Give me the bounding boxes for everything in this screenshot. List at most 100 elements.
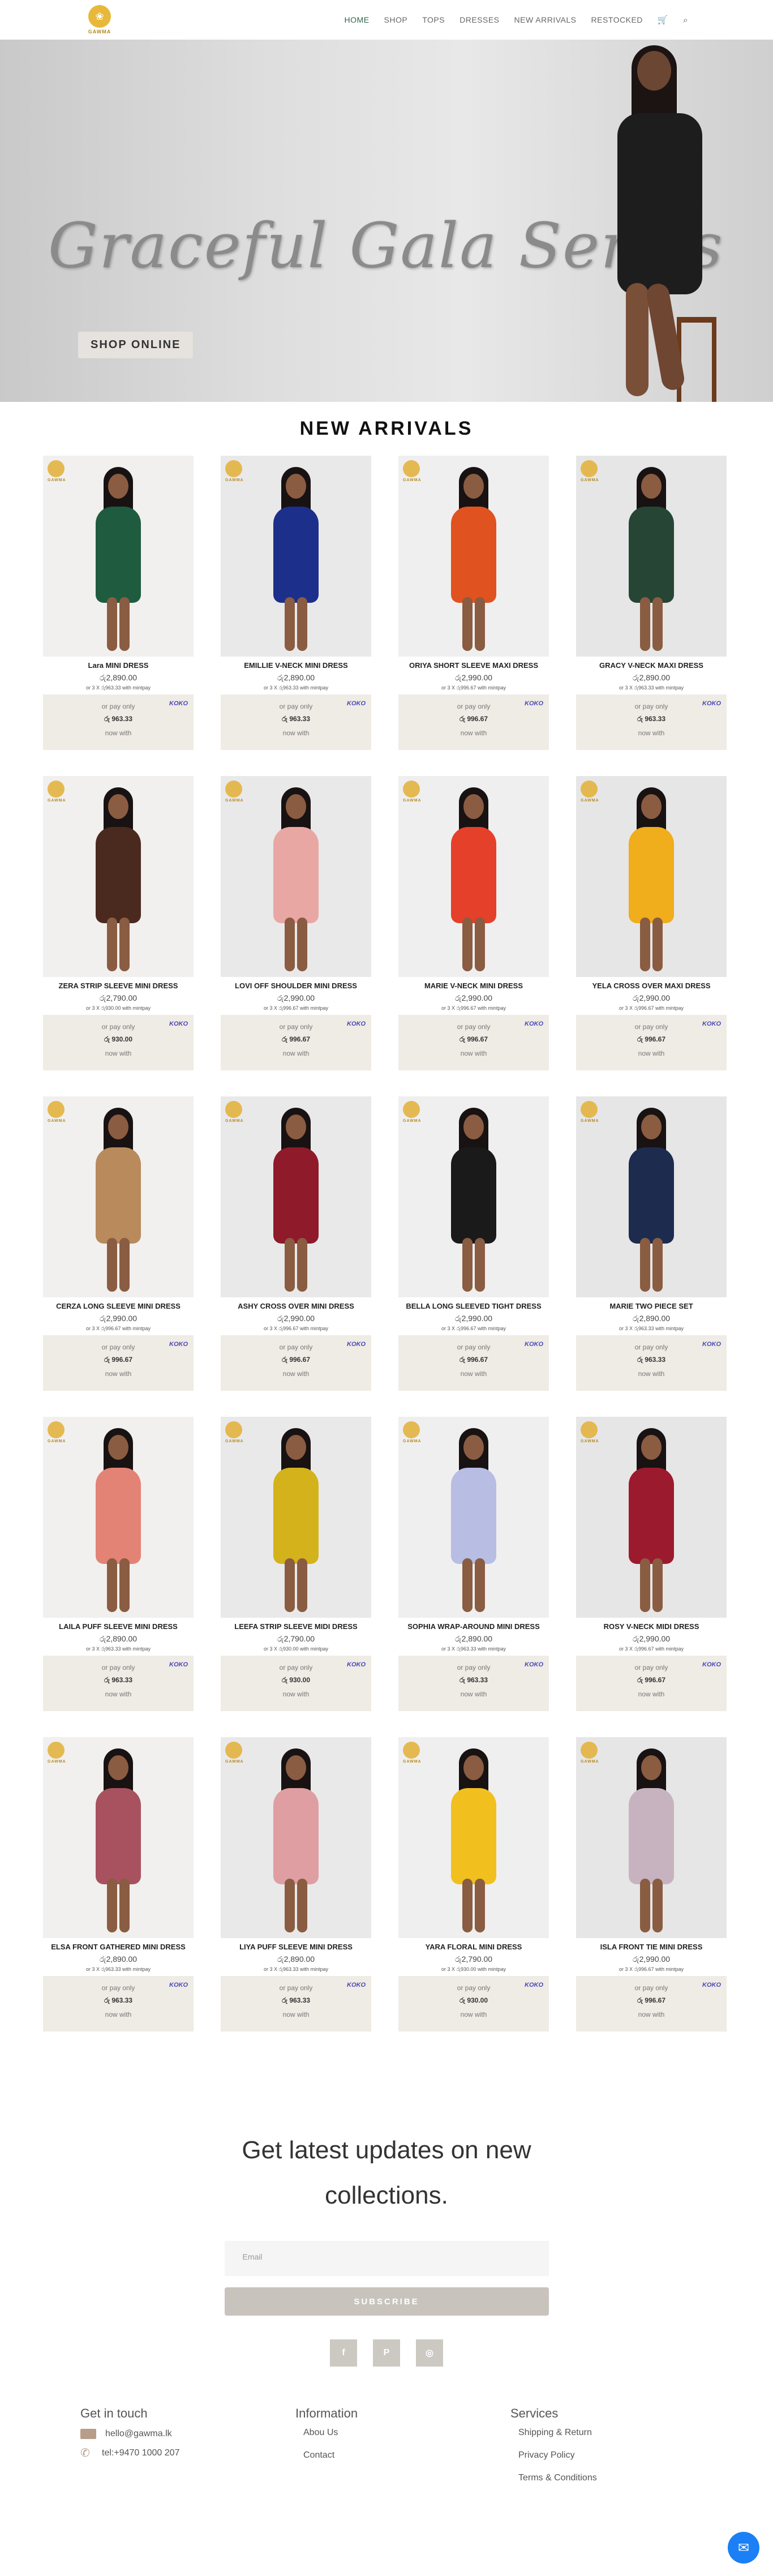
product-image[interactable]: GAWMA bbox=[221, 456, 371, 657]
product-name[interactable]: YARA FLORAL MINI DRESS bbox=[398, 1943, 549, 1951]
product-image[interactable]: GAWMA bbox=[576, 776, 727, 977]
product-name[interactable]: SOPHIA WRAP-AROUND MINI DRESS bbox=[398, 1622, 549, 1631]
product-card[interactable]: GAWMA MARIE TWO PIECE SET රු2,890.00 or … bbox=[576, 1096, 727, 1391]
product-image[interactable]: GAWMA bbox=[43, 1417, 194, 1618]
product-card[interactable]: GAWMA LEEFA STRIP SLEEVE MIDI DRESS රු2,… bbox=[221, 1417, 371, 1711]
brand-badge-icon bbox=[48, 460, 65, 477]
product-image[interactable]: GAWMA bbox=[221, 1737, 371, 1938]
product-card[interactable]: GAWMA LIYA PUFF SLEEVE MINI DRESS රු2,89… bbox=[221, 1737, 371, 2031]
product-image[interactable]: GAWMA bbox=[43, 456, 194, 657]
product-card[interactable]: GAWMA Lara MINI DRESS රු2,890.00 or 3 X … bbox=[43, 456, 194, 750]
product-name[interactable]: YELA CROSS OVER MAXI DRESS bbox=[576, 981, 727, 990]
now-with-label: now with bbox=[282, 1049, 310, 1057]
brand-badge-text: GAWMA bbox=[403, 1119, 422, 1123]
search-icon[interactable]: ⌕ bbox=[683, 15, 688, 25]
brand-badge-text: GAWMA bbox=[48, 1119, 66, 1123]
product-card[interactable]: GAWMA SOPHIA WRAP-AROUND MINI DRESS රු2,… bbox=[398, 1417, 549, 1711]
mintpay-installment: or 3 X රු996.67 with mintpay bbox=[619, 1646, 684, 1652]
product-name[interactable]: MARIE TWO PIECE SET bbox=[576, 1302, 727, 1310]
product-card[interactable]: GAWMA LAILA PUFF SLEEVE MINI DRESS රු2,8… bbox=[43, 1417, 194, 1711]
product-name[interactable]: CERZA LONG SLEEVE MINI DRESS bbox=[43, 1302, 194, 1310]
product-name[interactable]: LOVI OFF SHOULDER MINI DRESS bbox=[221, 981, 371, 990]
footer-email-row[interactable]: hello@gawma.lk bbox=[80, 2429, 295, 2439]
product-image[interactable]: GAWMA bbox=[398, 1737, 549, 1938]
site-logo[interactable]: ❀ GAWMA bbox=[85, 5, 114, 35]
nav-new-arrivals[interactable]: NEW ARRIVALS bbox=[514, 15, 577, 24]
shop-online-button[interactable]: SHOP ONLINE bbox=[78, 332, 194, 358]
product-card[interactable]: GAWMA ZERA STRIP SLEEVE MINI DRESS රු2,7… bbox=[43, 776, 194, 1070]
product-image[interactable]: GAWMA bbox=[43, 776, 194, 977]
koko-logo-icon: KOKO bbox=[702, 1982, 721, 1988]
cart-icon[interactable]: 🛒 bbox=[658, 15, 668, 25]
model-figure bbox=[617, 787, 685, 974]
product-card[interactable]: GAWMA BELLA LONG SLEEVED TIGHT DRESS රු2… bbox=[398, 1096, 549, 1391]
product-card[interactable]: GAWMA ASHY CROSS OVER MINI DRESS රු2,990… bbox=[221, 1096, 371, 1391]
nav-restocked[interactable]: RESTOCKED bbox=[591, 15, 643, 24]
product-card[interactable]: GAWMA GRACY V-NECK MAXI DRESS රු2,890.00… bbox=[576, 456, 727, 750]
email-input[interactable]: Email bbox=[224, 2241, 549, 2276]
product-card[interactable]: GAWMA ROSY V-NECK MIDI DRESS රු2,990.00 … bbox=[576, 1417, 727, 1711]
footer-link-terms[interactable]: Terms & Conditions bbox=[510, 2473, 725, 2483]
mintpay-installment: or 3 X රු996.67 with mintpay bbox=[441, 1326, 506, 1331]
product-card[interactable]: GAWMA YELA CROSS OVER MAXI DRESS රු2,990… bbox=[576, 776, 727, 1070]
model-figure bbox=[84, 467, 152, 654]
nav-tops[interactable]: TOPS bbox=[422, 15, 445, 24]
product-card[interactable]: GAWMA CERZA LONG SLEEVE MINI DRESS රු2,9… bbox=[43, 1096, 194, 1391]
product-name[interactable]: ELSA FRONT GATHERED MINI DRESS bbox=[43, 1943, 194, 1951]
messenger-chat-icon[interactable]: ✉ bbox=[728, 2532, 759, 2564]
product-name[interactable]: ZERA STRIP SLEEVE MINI DRESS bbox=[43, 981, 194, 990]
product-image[interactable]: GAWMA bbox=[576, 456, 727, 657]
product-image[interactable]: GAWMA bbox=[576, 1737, 727, 1938]
model-figure bbox=[262, 1428, 330, 1615]
product-image[interactable]: GAWMA bbox=[221, 1417, 371, 1618]
footer-phone-row[interactable]: ✆ tel:+9470 1000 207 bbox=[80, 2447, 295, 2459]
product-image[interactable]: GAWMA bbox=[576, 1417, 727, 1618]
footer-link-shipping[interactable]: Shipping & Return bbox=[510, 2428, 725, 2438]
product-card[interactable]: GAWMA LOVI OFF SHOULDER MINI DRESS රු2,9… bbox=[221, 776, 371, 1070]
nav-home[interactable]: HOME bbox=[345, 15, 370, 24]
product-card[interactable]: GAWMA YARA FLORAL MINI DRESS රු2,790.00 … bbox=[398, 1737, 549, 2031]
product-name[interactable]: GRACY V-NECK MAXI DRESS bbox=[576, 661, 727, 670]
product-card[interactable]: GAWMA ORIYA SHORT SLEEVE MAXI DRESS රු2,… bbox=[398, 456, 549, 750]
product-name[interactable]: ASHY CROSS OVER MINI DRESS bbox=[221, 1302, 371, 1310]
product-image[interactable]: GAWMA bbox=[398, 1417, 549, 1618]
product-image[interactable]: GAWMA bbox=[576, 1096, 727, 1297]
koko-amount: රු 963.33 bbox=[104, 715, 133, 723]
mintpay-installment: or 3 X රු963.33 with mintpay bbox=[441, 1646, 506, 1652]
product-image[interactable]: GAWMA bbox=[398, 1096, 549, 1297]
product-image[interactable]: GAWMA bbox=[221, 776, 371, 977]
footer-contact: Get in touch hello@gawma.lk ✆ tel:+9470 … bbox=[80, 2406, 295, 2483]
product-name[interactable]: LAILA PUFF SLEEVE MINI DRESS bbox=[43, 1622, 194, 1631]
product-name[interactable]: MARIE V-NECK MINI DRESS bbox=[398, 981, 549, 990]
product-name[interactable]: ISLA FRONT TIE MINI DRESS bbox=[576, 1943, 727, 1951]
footer-link-about[interactable]: Abou Us bbox=[295, 2428, 510, 2438]
nav-shop[interactable]: SHOP bbox=[384, 15, 408, 24]
product-card[interactable]: GAWMA EMILLIE V-NECK MINI DRESS රු2,890.… bbox=[221, 456, 371, 750]
facebook-icon[interactable]: f bbox=[330, 2339, 357, 2367]
product-name[interactable]: LEEFA STRIP SLEEVE MIDI DRESS bbox=[221, 1622, 371, 1631]
product-name[interactable]: BELLA LONG SLEEVED TIGHT DRESS bbox=[398, 1302, 549, 1310]
product-image[interactable]: GAWMA bbox=[43, 1096, 194, 1297]
nav-dresses[interactable]: DRESSES bbox=[459, 15, 499, 24]
product-card[interactable]: GAWMA ELSA FRONT GATHERED MINI DRESS රු2… bbox=[43, 1737, 194, 2031]
product-image[interactable]: GAWMA bbox=[398, 776, 549, 977]
dress-shape bbox=[451, 1147, 496, 1244]
footer-email[interactable]: hello@gawma.lk bbox=[105, 2429, 172, 2439]
product-name[interactable]: ROSY V-NECK MIDI DRESS bbox=[576, 1622, 727, 1631]
subscribe-button[interactable]: SUBSCRIBE bbox=[224, 2287, 549, 2316]
product-image[interactable]: GAWMA bbox=[221, 1096, 371, 1297]
pinterest-icon[interactable]: P bbox=[373, 2339, 400, 2367]
product-card[interactable]: GAWMA MARIE V-NECK MINI DRESS රු2,990.00… bbox=[398, 776, 549, 1070]
brand-badge-icon bbox=[403, 460, 420, 477]
product-card[interactable]: GAWMA ISLA FRONT TIE MINI DRESS රු2,990.… bbox=[576, 1737, 727, 2031]
footer-phone[interactable]: tel:+9470 1000 207 bbox=[102, 2448, 179, 2458]
product-name[interactable]: EMILLIE V-NECK MINI DRESS bbox=[221, 661, 371, 670]
product-name[interactable]: LIYA PUFF SLEEVE MINI DRESS bbox=[221, 1943, 371, 1951]
product-image[interactable]: GAWMA bbox=[398, 456, 549, 657]
footer-link-contact[interactable]: Contact bbox=[295, 2450, 510, 2461]
product-name[interactable]: ORIYA SHORT SLEEVE MAXI DRESS bbox=[398, 661, 549, 670]
footer-link-privacy[interactable]: Privacy Policy bbox=[510, 2450, 725, 2461]
product-name[interactable]: Lara MINI DRESS bbox=[43, 661, 194, 670]
product-image[interactable]: GAWMA bbox=[43, 1737, 194, 1938]
instagram-icon[interactable]: ◎ bbox=[416, 2339, 443, 2367]
